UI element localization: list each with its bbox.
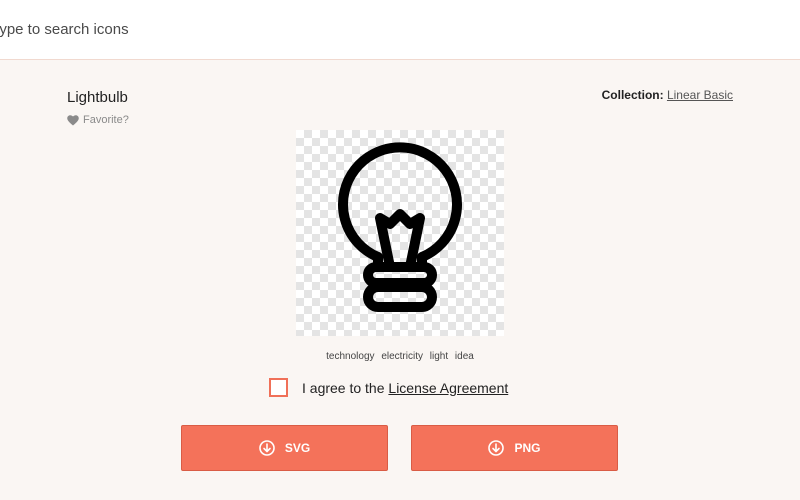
tag[interactable]: technology — [326, 351, 374, 362]
download-png-label: PNG — [514, 441, 541, 455]
license-link[interactable]: License Agreement — [388, 380, 508, 396]
license-prefix: I agree to the — [302, 379, 385, 396]
collection-link[interactable]: Linear Basic — [667, 88, 733, 102]
lightbulb-icon — [338, 142, 462, 312]
heart-icon — [67, 114, 79, 125]
favorite-toggle[interactable]: Favorite? — [67, 114, 129, 126]
download-svg-label: SVG — [284, 441, 311, 455]
download-icon — [259, 440, 275, 456]
license-text: I agree to the License Agreement — [302, 380, 508, 396]
icon-preview — [296, 130, 504, 336]
favorite-label: Favorite? — [83, 114, 129, 126]
icon-tags: technology electricity light idea — [0, 351, 800, 362]
icon-title: Lightbulb — [67, 89, 128, 106]
collection-label: Collection: — [601, 88, 664, 102]
tag[interactable]: light — [430, 351, 448, 362]
tag[interactable]: idea — [455, 351, 474, 362]
search-input[interactable] — [0, 0, 781, 59]
download-png-button[interactable]: PNG — [411, 425, 618, 471]
download-icon — [488, 440, 505, 456]
license-checkbox[interactable] — [269, 378, 288, 397]
tag[interactable]: electricity — [381, 351, 423, 362]
search-bar — [0, 0, 800, 60]
license-agreement-row: I agree to the License Agreement — [269, 378, 508, 397]
download-svg-button[interactable]: SVG — [181, 425, 388, 471]
collection-info: Collection: Linear Basic — [602, 88, 733, 102]
